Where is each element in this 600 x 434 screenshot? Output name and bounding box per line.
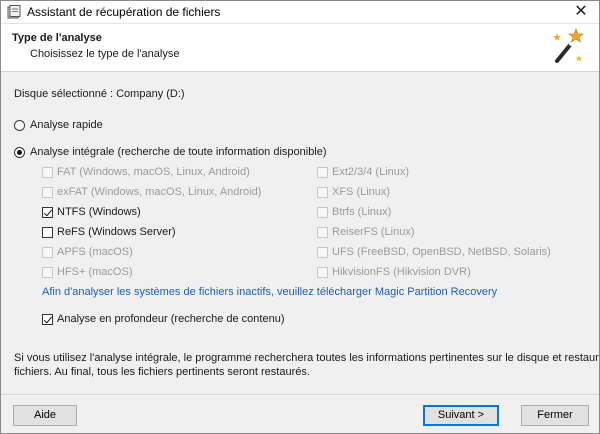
inactive-fs-link[interactable]: Afin d'analyser les systèmes de fichiers… xyxy=(42,286,497,298)
ext-checkbox[interactable] xyxy=(317,167,328,178)
ufs-checkbox[interactable] xyxy=(317,247,328,258)
ntfs-label[interactable]: NTFS (Windows) xyxy=(57,206,141,218)
wizard-window: Assistant de récupération de fichiers ✕ … xyxy=(0,0,600,434)
button-bar: Aide Suivant > Fermer xyxy=(1,394,599,433)
btrfs-label: Btrfs (Linux) xyxy=(332,206,392,218)
refs-label[interactable]: ReFS (Windows Server) xyxy=(57,226,176,238)
deep-scan-label[interactable]: Analyse en profondeur (recherche de cont… xyxy=(57,313,284,325)
ntfs-checkbox[interactable] xyxy=(42,207,53,218)
reiserfs-checkbox[interactable] xyxy=(317,227,328,238)
fat-label: FAT (Windows, macOS, Linux, Android) xyxy=(57,166,250,178)
info-text-line2: fichiers. Au final, tous les fichiers pe… xyxy=(14,366,310,378)
reiserfs-label: ReiserFS (Linux) xyxy=(332,226,415,238)
quick-scan-label[interactable]: Analyse rapide xyxy=(30,119,103,131)
ext-label: Ext2/3/4 (Linux) xyxy=(332,166,410,178)
fat-checkbox[interactable] xyxy=(42,167,53,178)
ufs-label: UFS (FreeBSD, OpenBSD, NetBSD, Solaris) xyxy=(332,246,551,258)
deep-scan-checkbox[interactable] xyxy=(42,314,53,325)
magic-wand-icon xyxy=(553,28,584,63)
full-scan-radio[interactable] xyxy=(14,147,25,158)
next-button[interactable]: Suivant > xyxy=(423,405,499,426)
page-title: Type de l'analyse xyxy=(12,32,102,44)
exfat-checkbox[interactable] xyxy=(42,187,53,198)
xfs-checkbox[interactable] xyxy=(317,187,328,198)
hikvisionfs-checkbox[interactable] xyxy=(317,267,328,278)
app-icon xyxy=(7,5,21,19)
apfs-checkbox[interactable] xyxy=(42,247,53,258)
info-text-line1: Si vous utilisez l'analyse intégrale, le… xyxy=(14,352,599,364)
help-button[interactable]: Aide xyxy=(13,405,77,426)
wizard-header: Type de l'analyse Choisissez le type de … xyxy=(1,24,599,72)
hfsplus-label: HFS+ (macOS) xyxy=(57,266,133,278)
page-subtitle: Choisissez le type de l'analyse xyxy=(30,48,180,60)
quick-scan-radio[interactable] xyxy=(14,120,25,131)
exfat-label: exFAT (Windows, macOS, Linux, Android) xyxy=(57,186,262,198)
close-icon[interactable]: ✕ xyxy=(563,1,599,23)
hfsplus-checkbox[interactable] xyxy=(42,267,53,278)
close-button[interactable]: Fermer xyxy=(521,405,589,426)
xfs-label: XFS (Linux) xyxy=(332,186,391,198)
apfs-label: APFS (macOS) xyxy=(57,246,133,258)
refs-checkbox[interactable] xyxy=(42,227,53,238)
selected-disk-label: Disque sélectionné : Company (D:) xyxy=(14,88,185,100)
window-title: Assistant de récupération de fichiers xyxy=(27,5,221,19)
btrfs-checkbox[interactable] xyxy=(317,207,328,218)
hikvisionfs-label: HikvisionFS (Hikvision DVR) xyxy=(332,266,471,278)
title-bar: Assistant de récupération de fichiers ✕ xyxy=(1,1,599,24)
full-scan-label[interactable]: Analyse intégrale (recherche de toute in… xyxy=(30,146,327,158)
